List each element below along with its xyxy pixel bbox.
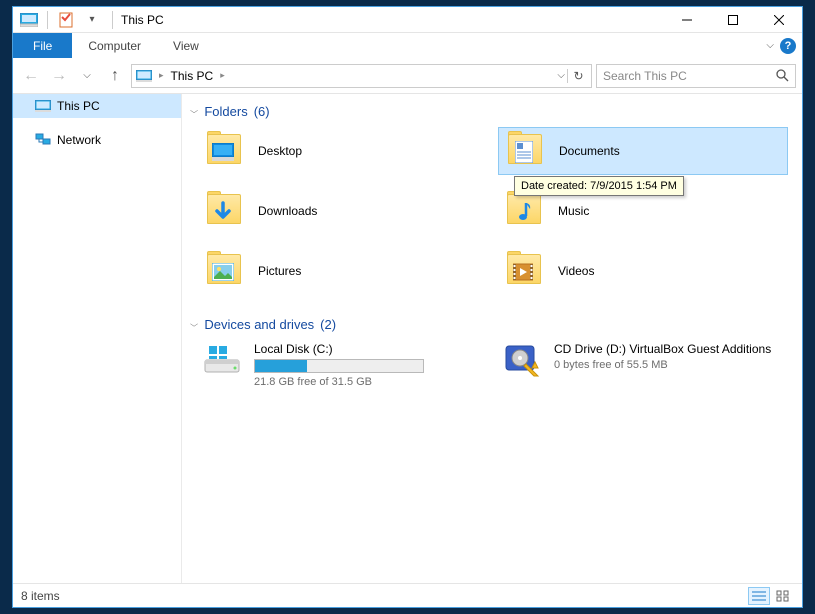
system-menu-icon[interactable] xyxy=(17,9,41,31)
qat-dropdown-icon[interactable]: ▾ xyxy=(80,9,104,31)
address-bar[interactable]: ▸ This PC ▸ ⌵ ↻ xyxy=(131,64,592,88)
qat-properties-icon[interactable] xyxy=(54,9,78,31)
close-button[interactable] xyxy=(756,7,802,33)
folder-icon xyxy=(505,131,545,171)
ribbon-expand-icon[interactable]: ⌵ xyxy=(766,40,774,51)
folder-label: Pictures xyxy=(258,264,301,278)
nav-item-label: This PC xyxy=(57,99,100,113)
search-placeholder: Search This PC xyxy=(603,69,687,83)
maximize-button[interactable] xyxy=(710,7,756,33)
window-title: This PC xyxy=(117,13,164,27)
download-arrow-icon xyxy=(212,201,234,223)
statusbar-item-count: 8 items xyxy=(21,589,60,603)
hdd-icon xyxy=(202,342,242,378)
ribbon-tab-computer[interactable]: Computer xyxy=(72,33,157,58)
folder-item-pictures[interactable]: Pictures xyxy=(198,247,488,295)
picture-icon xyxy=(212,261,234,283)
drive-sublabel: 0 bytes free of 55.5 MB xyxy=(554,359,784,371)
section-title: Devices and drives xyxy=(204,317,314,332)
film-icon xyxy=(512,261,534,283)
drive-label: CD Drive (D:) VirtualBox Guest Additions xyxy=(554,342,784,356)
drive-usage-bar xyxy=(254,359,424,373)
nav-item-label: Network xyxy=(57,133,101,147)
address-toolbar: ← → ⌵ ↑ ▸ This PC ▸ ⌵ ↻ Search This PC xyxy=(13,58,802,94)
titlebar: ▾ This PC xyxy=(13,7,802,33)
search-input[interactable]: Search This PC xyxy=(596,64,796,88)
chevron-right-icon[interactable]: ▸ xyxy=(217,70,228,81)
nav-item-this-pc[interactable]: This PC xyxy=(13,94,181,118)
nav-up-button[interactable]: ↑ xyxy=(103,64,127,88)
chevron-down-icon: ⌵ xyxy=(190,320,198,329)
folder-label: Documents xyxy=(559,144,620,158)
tooltip: Date created: 7/9/2015 1:54 PM xyxy=(514,176,684,196)
address-history-dropdown[interactable]: ⌵ xyxy=(557,70,565,81)
ribbon-tab-view[interactable]: View xyxy=(157,33,215,58)
section-count: (6) xyxy=(254,104,270,119)
folder-label: Videos xyxy=(558,264,594,278)
folder-item-videos[interactable]: Videos xyxy=(498,247,788,295)
refresh-button[interactable]: ↻ xyxy=(567,69,589,83)
nav-item-network[interactable]: Network xyxy=(13,128,181,152)
nav-forward-button[interactable]: → xyxy=(47,64,71,88)
music-note-icon xyxy=(512,201,534,223)
minimize-button[interactable] xyxy=(664,7,710,33)
navigation-pane: This PC Network xyxy=(13,94,181,583)
statusbar: 8 items xyxy=(13,583,802,607)
ribbon-tab-file[interactable]: File xyxy=(13,33,72,58)
folder-item-downloads[interactable]: Downloads xyxy=(198,187,488,235)
folder-item-documents[interactable]: Documents xyxy=(498,127,788,175)
drive-label: Local Disk (C:) xyxy=(254,342,484,356)
folder-label: Desktop xyxy=(258,144,302,158)
folder-icon xyxy=(204,191,244,231)
view-large-icons-button[interactable] xyxy=(772,587,794,605)
chevron-right-icon[interactable]: ▸ xyxy=(156,70,167,81)
monitor-icon xyxy=(134,67,154,85)
folder-label: Music xyxy=(558,204,589,218)
desktop-icon xyxy=(212,141,234,163)
drive-sublabel: 21.8 GB free of 31.5 GB xyxy=(254,376,484,388)
view-details-button[interactable] xyxy=(748,587,770,605)
nav-back-button[interactable]: ← xyxy=(19,64,43,88)
nav-recent-dropdown[interactable]: ⌵ xyxy=(75,64,99,88)
section-count: (2) xyxy=(320,317,336,332)
folder-item-desktop[interactable]: Desktop xyxy=(198,127,488,175)
ribbon: File Computer View ⌵ ? xyxy=(13,33,802,58)
network-icon xyxy=(35,132,51,148)
folder-icon xyxy=(204,251,244,291)
drive-item-local-disk[interactable]: Local Disk (C:) 21.8 GB free of 31.5 GB xyxy=(198,340,488,390)
breadcrumb-segment[interactable]: This PC xyxy=(167,69,218,83)
section-header-folders[interactable]: ⌵ Folders (6) xyxy=(186,98,792,127)
document-icon xyxy=(513,141,535,163)
section-header-drives[interactable]: ⌵ Devices and drives (2) xyxy=(186,311,792,340)
help-icon[interactable]: ? xyxy=(780,38,796,54)
folder-icon xyxy=(504,191,544,231)
folder-label: Downloads xyxy=(258,204,317,218)
folder-icon xyxy=(204,131,244,171)
search-icon xyxy=(776,69,789,82)
section-title: Folders xyxy=(204,104,247,119)
cd-drive-icon xyxy=(502,342,542,378)
folder-icon xyxy=(504,251,544,291)
monitor-icon xyxy=(35,98,51,114)
chevron-down-icon: ⌵ xyxy=(190,107,198,116)
content-pane: ⌵ Folders (6) Desktop xyxy=(181,94,802,583)
drive-item-cd[interactable]: CD Drive (D:) VirtualBox Guest Additions… xyxy=(498,340,788,390)
